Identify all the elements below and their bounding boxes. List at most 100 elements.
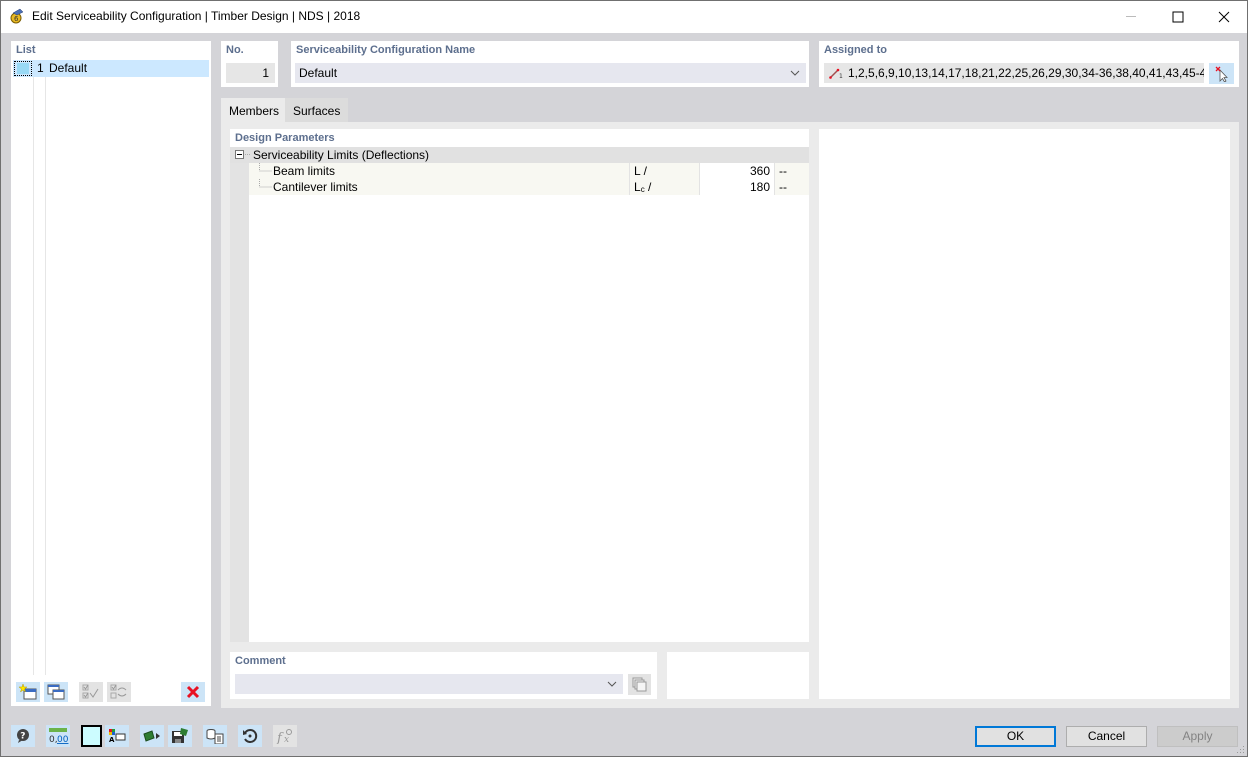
config-name-dropdown[interactable]: Default [295,63,806,83]
new-item-icon [19,684,37,700]
cell-separator [774,179,775,195]
svg-text:1: 1 [839,73,843,79]
number-label: No. [226,44,244,56]
library-button[interactable] [203,725,227,747]
new-item-button[interactable] [16,682,40,702]
formula-icon: f x [276,729,292,744]
save-icon [172,728,188,743]
number-panel: No. 1 [221,41,278,87]
delete-item-button[interactable] [181,682,205,702]
reset-icon [243,729,258,743]
number-field[interactable]: 1 [226,63,275,83]
resize-grip-icon[interactable] [1237,746,1245,754]
group-title: Serviceability Limits (Deflections) [253,148,430,162]
svg-text:00: 00 [57,735,69,745]
check-all-button[interactable] [79,682,103,702]
symbol-suffix: / [644,180,652,194]
chevron-down-icon [790,70,800,76]
row-symbol: Lc / [634,179,651,195]
config-name-value: Default [299,66,338,80]
tree-connector [259,179,272,188]
member-icon: 1 [829,68,843,79]
design-parameters-panel: Design Parameters Serviceability Limits … [230,129,809,642]
ok-button[interactable]: OK [975,726,1056,747]
maximize-button[interactable] [1155,1,1201,32]
toggle-check-icon [110,684,127,699]
list-item-name: Default [49,61,88,75]
reset-button[interactable] [238,725,262,747]
toggle-check-button[interactable] [107,682,131,702]
cantilever-limit-value[interactable]: 180 [700,179,774,195]
select-cursor-icon [1215,66,1228,82]
save-button[interactable] [168,725,192,747]
window-title: Edit Serviceability Configuration | Timb… [32,9,361,23]
svg-text:x: x [284,735,289,744]
help-icon: ? [17,729,29,743]
table-row[interactable]: Beam limits L / 360 -- [249,163,809,179]
svg-text:?: ? [20,732,25,742]
info-panel [667,652,809,699]
cell-separator [629,163,630,179]
comment-label: Comment [235,655,286,667]
export-button[interactable] [140,725,164,747]
display-properties-button[interactable]: A [105,725,129,747]
beam-limit-value[interactable]: 360 [700,163,774,179]
cell-separator [629,179,630,195]
row-name: Beam limits [273,164,336,178]
svg-text:A: A [109,736,115,744]
decimal-units-icon: 0, 00 [49,728,69,745]
list-divider [45,60,46,675]
list-divider [33,60,34,675]
database-import-icon [206,729,224,744]
svg-text:6: 6 [14,15,19,23]
comment-input[interactable] [235,674,623,694]
list-item[interactable]: 1 Default [13,60,209,77]
assigned-to-label: Assigned to [824,44,887,56]
cancel-button[interactable]: Cancel [1066,726,1147,747]
svg-text:f: f [276,731,284,744]
row-symbol: L / [634,164,647,178]
close-button[interactable] [1201,1,1247,32]
row-unit: -- [779,164,787,178]
list-item-number: 1 [37,61,44,75]
export-icon [143,730,160,742]
apply-button[interactable]: Apply [1157,726,1238,747]
symbol-main: L [634,180,641,194]
assigned-to-panel: Assigned to 1 1,2,5,6,9,10,13,14,17,18,2… [819,41,1239,87]
copy-icon [632,677,646,691]
config-name-label: Serviceability Configuration Name [296,44,476,56]
comment-library-button[interactable] [628,674,651,695]
minimize-icon [1126,15,1136,17]
list-panel: List 1 Default [11,41,211,706]
row-name: Cantilever limits [273,180,358,194]
design-parameters-label: Design Parameters [235,132,335,144]
list-item-color-swatch [14,61,32,76]
color-swatch-button[interactable] [81,725,102,747]
app-icon: 6 [10,8,24,24]
delete-icon [186,685,200,699]
config-name-panel: Serviceability Configuration Name Defaul… [291,41,809,87]
chevron-down-icon [607,681,617,687]
copy-item-button[interactable] [44,682,68,702]
assigned-to-value: 1,2,5,6,9,10,13,14,17,18,21,22,25,26,29,… [848,66,1204,80]
assigned-to-field[interactable]: 1 1,2,5,6,9,10,13,14,17,18,21,22,25,26,2… [824,63,1204,83]
units-button[interactable]: 0, 00 [46,725,70,747]
tree-connector [245,154,251,155]
dialog-window: 6 Edit Serviceability Configuration | Ti… [0,0,1248,757]
pick-objects-button[interactable] [1209,63,1234,84]
collapse-icon[interactable] [235,150,245,160]
help-button[interactable]: ? [11,725,35,747]
grid-gutter [230,147,249,642]
minimize-button[interactable] [1109,1,1155,32]
preview-panel [819,129,1230,699]
tab-members[interactable]: Members [221,98,285,122]
comment-panel: Comment [230,652,657,699]
cell-separator [774,163,775,179]
table-row[interactable]: Cantilever limits Lc / 180 -- [249,179,809,195]
group-row[interactable]: Serviceability Limits (Deflections) [230,147,809,163]
list-label: List [16,44,36,56]
copy-item-icon [47,684,65,700]
tab-surfaces[interactable]: Surfaces [285,98,349,122]
tree-connector [259,163,272,172]
formula-button[interactable]: f x [273,725,297,747]
